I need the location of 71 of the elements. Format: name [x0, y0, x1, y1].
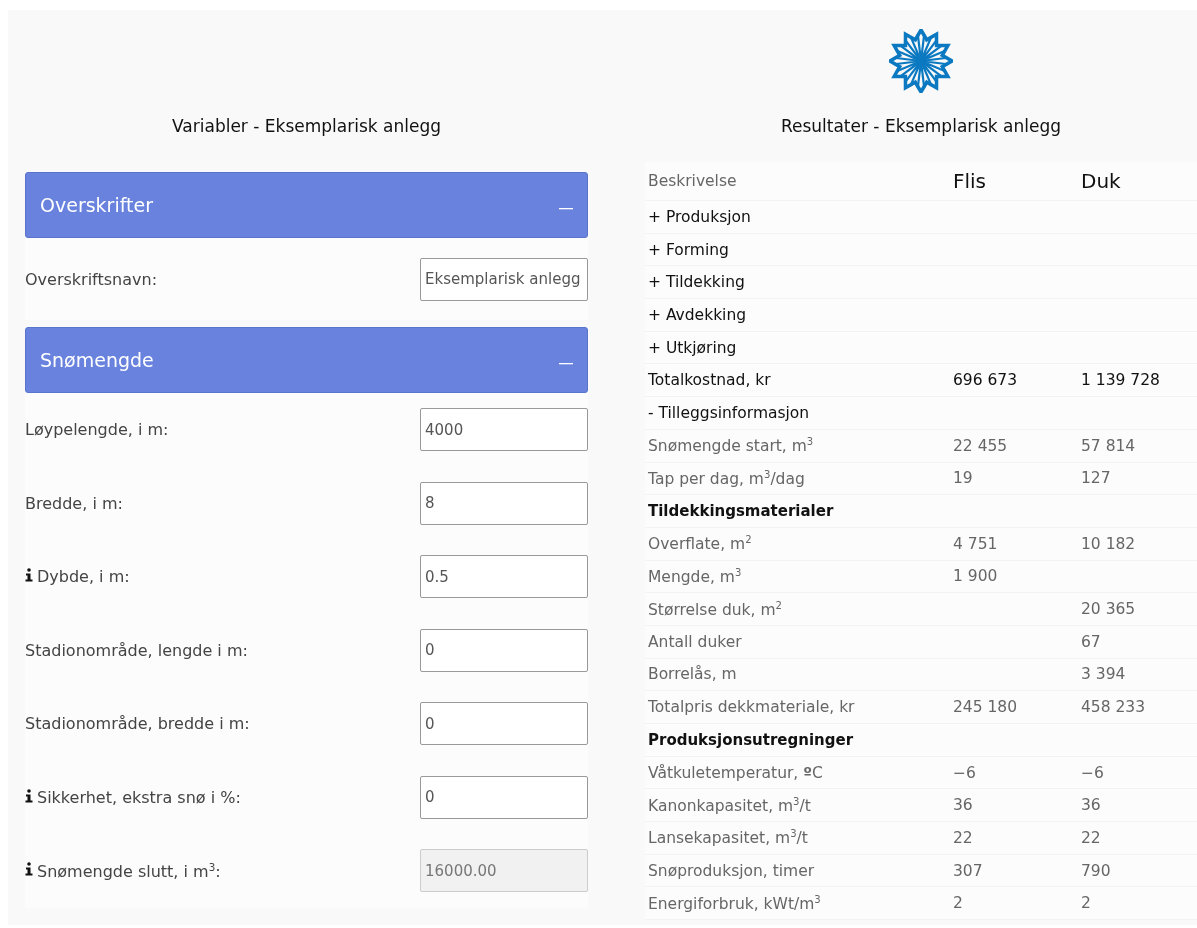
table-cell: 245 180	[950, 691, 1078, 724]
section-title: Variabler - Eksemplarisk anlegg	[171, 115, 442, 138]
table-cell: Mengde, m$^{3}$	[645, 560, 950, 594]
table-cell: 1 139 728	[1078, 364, 1197, 398]
expand-toggle[interactable]: - Tilleggsinformasjon	[645, 397, 950, 430]
table-cell: Lansekapasitet, m$^{3}$/t	[645, 822, 950, 855]
table-cell: 22	[950, 822, 1078, 855]
table-cell: Snøproduksjon, timer	[645, 854, 950, 888]
table-cell: Energiforbruk, kWt/m$^{3}$	[645, 887, 950, 921]
field-label: Bredde, i m:	[25, 493, 123, 513]
input-field[interactable]: 0.5	[420, 555, 588, 599]
panel-header[interactable]: Snømengde	[25, 327, 588, 393]
field-label: Overskriftsnavn:	[25, 269, 157, 289]
table-cell: 22 455	[950, 429, 1078, 463]
section-heading: Produksjonsutregninger	[645, 724, 950, 757]
info-icon[interactable]	[25, 788, 33, 803]
column-header: Duk	[1078, 162, 1197, 201]
input-field[interactable]: 4000	[420, 408, 588, 452]
table-cell: −6	[950, 756, 1078, 790]
field-label: Snømengde slutt, i m$^{3}$:	[37, 860, 221, 881]
table-cell: Totalkostnad, kr	[645, 364, 950, 398]
table-cell: 307	[950, 854, 1078, 888]
table-cell: 127	[1078, 462, 1197, 496]
table-cell: Snømengde start, m$^{3}$	[645, 429, 950, 463]
expand-toggle[interactable]: + Avdekking	[645, 299, 950, 332]
table-cell: Borrelås, m	[645, 658, 950, 692]
table-cell: Størrelse duk, m$^{2}$	[645, 593, 950, 626]
table-cell: 22	[1078, 822, 1197, 855]
table-cell: 67	[1078, 625, 1197, 659]
table-cell: 36	[950, 789, 1078, 823]
field-label: Sikkerhet, ekstra snø i %:	[37, 787, 241, 807]
input-field[interactable]: 0	[420, 702, 588, 746]
panel-header[interactable]: Overskrifter	[25, 172, 588, 238]
info-icon[interactable]	[25, 568, 33, 583]
table-cell: 2	[950, 887, 1078, 921]
field-label: Stadionområde, lengde i m:	[25, 640, 248, 660]
expand-toggle[interactable]: + Produksjon	[645, 201, 950, 234]
table-cell: 1 900	[950, 560, 1078, 594]
expand-toggle[interactable]: + Forming	[645, 233, 950, 267]
input-field[interactable]: 0	[420, 775, 588, 819]
field-label: Løypelengde, i m:	[25, 420, 169, 440]
snowflake-logo	[889, 28, 953, 93]
table-cell: Tap per dag, m$^{3}$/dag	[645, 462, 950, 496]
field-label: Dybde, i m:	[37, 567, 130, 587]
table-cell: 790	[1078, 854, 1197, 888]
table-cell: 696 673	[950, 364, 1078, 398]
input-field[interactable]: 8	[420, 481, 588, 525]
section-heading: Tildekkingsmaterialer	[645, 495, 950, 528]
expand-toggle[interactable]: + Tildekking	[645, 266, 950, 300]
table-cell: Overflate, m$^{2}$	[645, 527, 950, 561]
table-cell: 20 365	[1078, 593, 1197, 626]
table-cell: 2	[1078, 887, 1197, 921]
table-cell: Antall duker	[645, 625, 950, 659]
table-cell: 57 814	[1078, 429, 1197, 463]
table-cell: 19	[950, 462, 1078, 496]
table-cell: 36	[1078, 789, 1197, 823]
table-cell: 10 182	[1078, 527, 1197, 561]
section-title: Resultater - Eksemplarisk anlegg	[779, 115, 1063, 138]
column-header: Flis	[950, 162, 1078, 201]
table-cell: Kanonkapasitet, m$^{3}$/t	[645, 789, 950, 823]
table-cell: Våtkuletemperatur, ºC	[645, 756, 950, 790]
table-cell: Totalpris dekkmateriale, kr	[645, 691, 950, 724]
column-header: Beskrivelse	[645, 162, 950, 201]
input-field[interactable]: Eksemplarisk anlegg	[420, 257, 588, 301]
input-field[interactable]: 0	[420, 628, 588, 672]
expand-toggle[interactable]: + Utkjøring	[645, 331, 950, 365]
table-cell: 458 233	[1078, 691, 1197, 724]
field-label: Stadionområde, bredde i m:	[25, 714, 250, 734]
table-cell: 3 394	[1078, 658, 1197, 692]
table-cell: 4 751	[950, 527, 1078, 561]
table-cell: −6	[1078, 756, 1197, 790]
